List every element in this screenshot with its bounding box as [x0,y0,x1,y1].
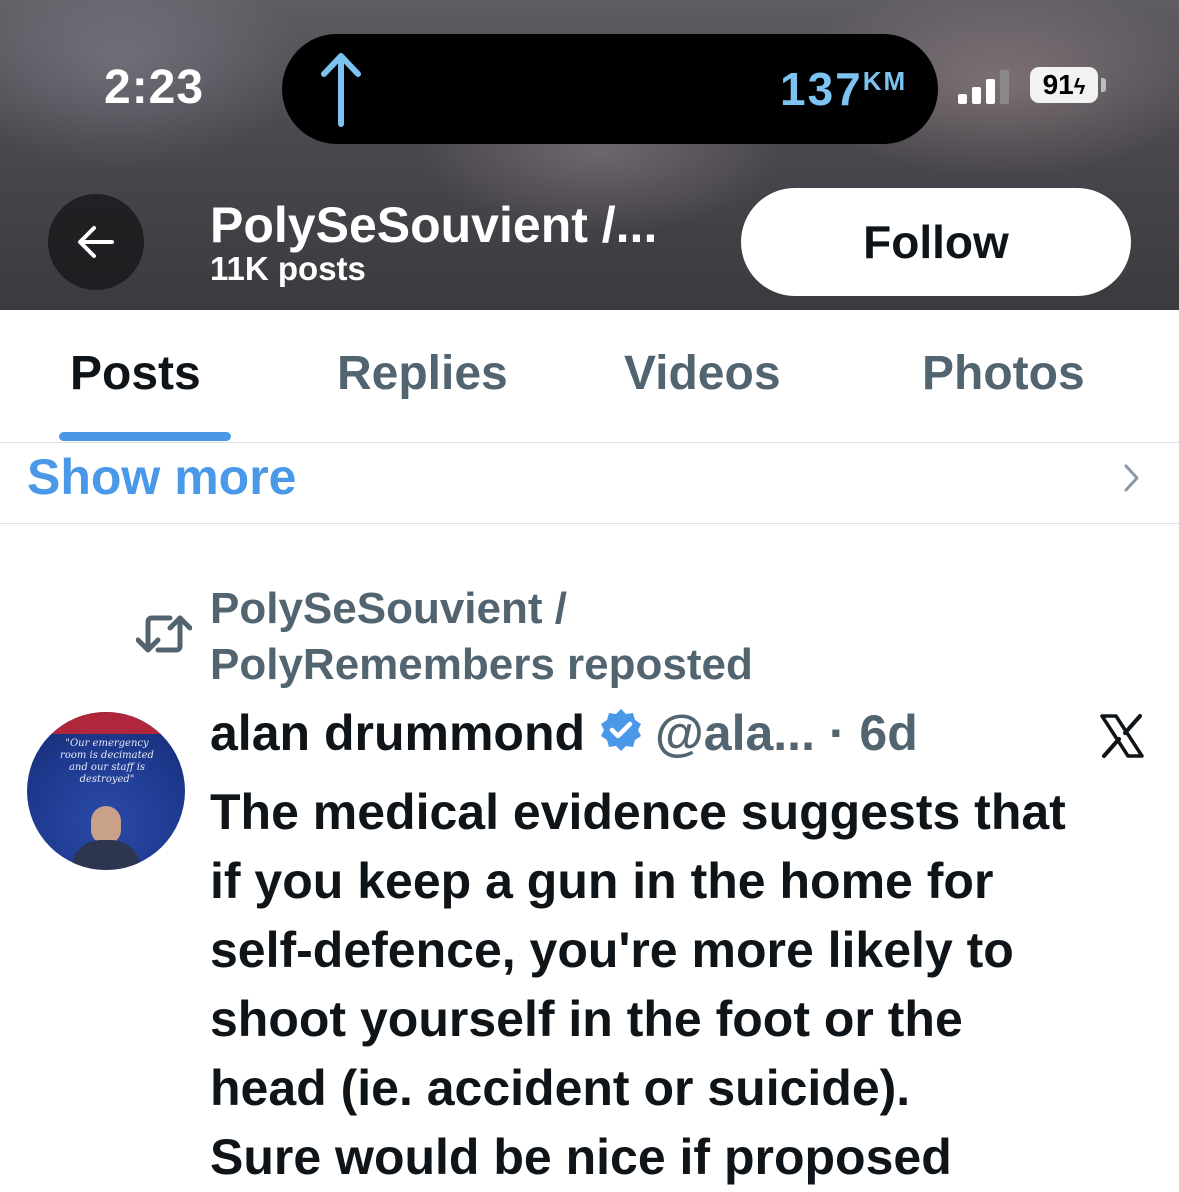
repost-label-line-2[interactable]: PolyRemembers reposted [210,640,753,690]
post-text-line: self-defence, you're more likely to [210,922,1014,978]
tab-posts[interactable]: Posts [70,346,201,401]
post-text-line: The medical evidence suggests that [210,784,1066,840]
battery-icon: 91ϟ [1030,67,1098,103]
nav-distance-unit: KM [862,66,908,96]
battery-nub [1101,78,1106,92]
arrow-left-icon [78,226,114,258]
post-text-line: shoot yourself in the foot or the [210,991,963,1047]
status-time: 2:23 [104,61,205,114]
show-more-link[interactable]: Show more [27,448,296,506]
follow-button[interactable]: Follow [741,188,1131,296]
author-name[interactable]: alan drummond [210,705,585,761]
active-tab-indicator [59,432,231,441]
nav-distance: 137KM [780,62,907,116]
post-text-line: if you keep a gun in the home for [210,853,994,909]
navigation-arrow-icon [321,53,361,127]
repost-icon [136,615,192,653]
tab-photos[interactable]: Photos [922,346,1085,401]
tab-videos[interactable]: Videos [624,346,781,401]
profile-tabs: Posts Replies Videos Photos [0,310,1179,443]
profile-header: 2:23 137KM 91ϟ PolySeSouvient /... 11K p… [0,0,1179,310]
avatar-quote-text: "Our emergency room is decimated and our… [60,738,154,785]
profile-name: PolySeSouvient /... [210,197,658,253]
battery-level: 91 [1042,69,1074,100]
post-body[interactable]: The medical evidence suggests that if yo… [210,778,1170,1192]
avatar-magazine-band [27,712,185,734]
charging-bolt-icon: ϟ [1073,74,1086,99]
back-button[interactable] [48,194,144,290]
repost-label-line-1[interactable]: PolySeSouvient / [210,584,567,634]
x-logo-icon[interactable] [1098,712,1146,760]
tab-replies[interactable]: Replies [337,346,508,401]
handle-and-time[interactable]: @ala... · 6d [655,705,918,761]
nav-distance-value: 137 [780,63,863,115]
chevron-right-icon [1124,464,1139,492]
avatar-person-body [71,840,141,870]
post-count: 11K posts [210,250,366,287]
avatar-person-head [91,806,121,844]
post-text-line: Sure would be nice if proposed [210,1129,952,1185]
show-more-row[interactable]: Show more [0,442,1179,524]
verified-badge-icon [601,709,642,751]
cellular-signal-icon [958,70,1009,104]
avatar[interactable]: "Our emergency room is decimated and our… [27,712,185,870]
post-text-line: head (ie. accident or suicide). [210,1060,911,1116]
post-author-line: alan drummond @ala... · 6d [210,704,918,762]
